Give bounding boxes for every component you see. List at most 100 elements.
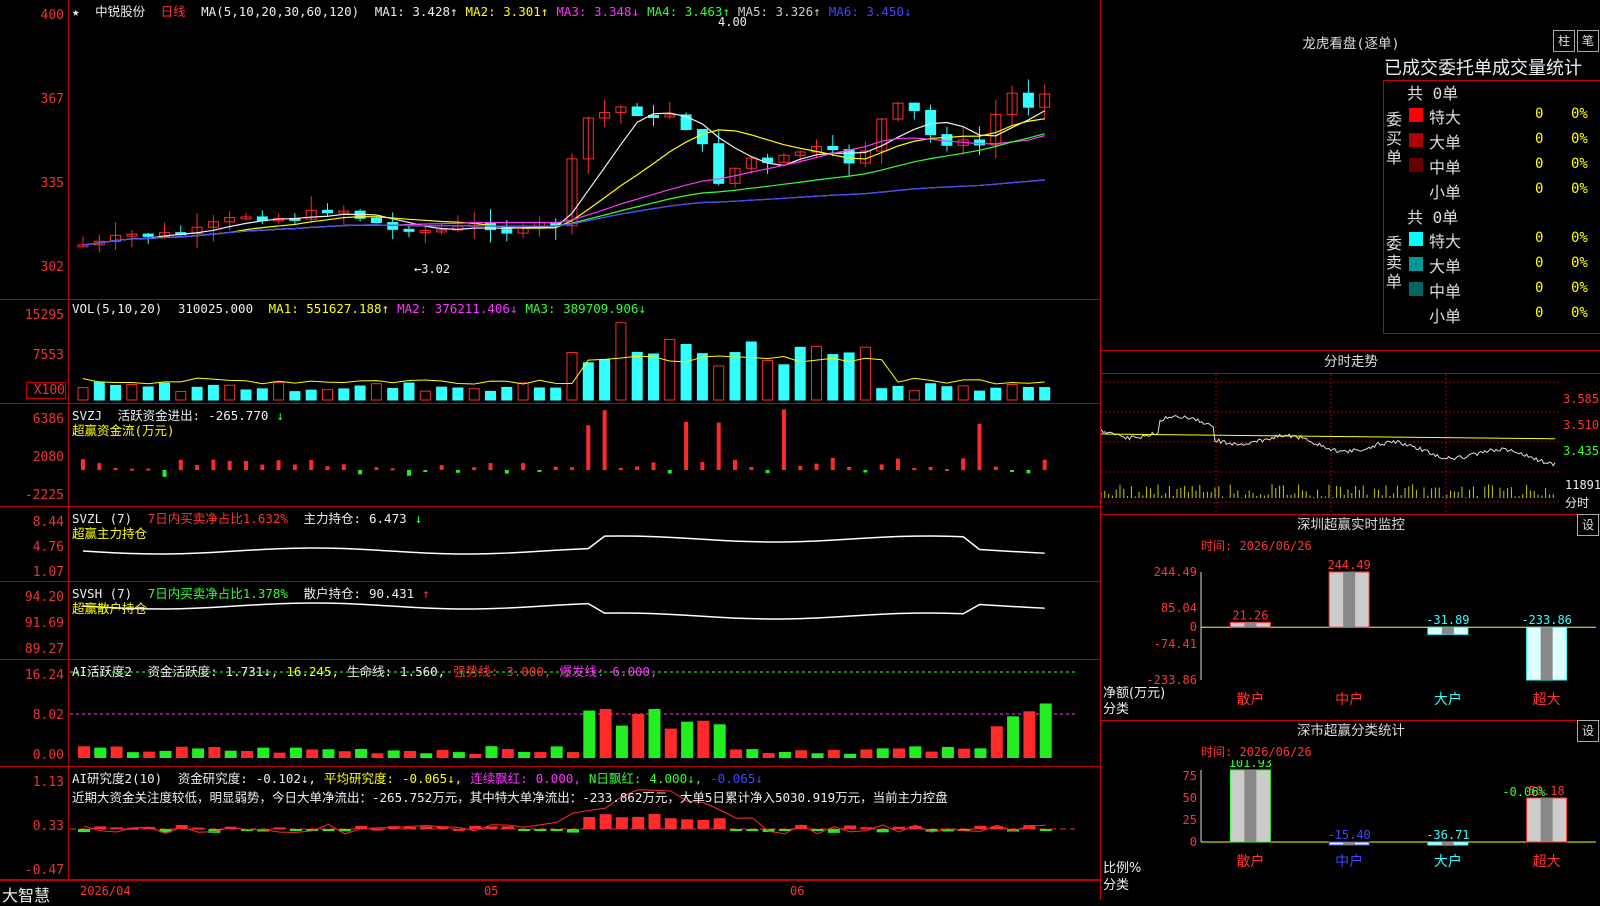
bar-y-tick: 244.49 xyxy=(1154,565,1197,579)
ai1-bar xyxy=(632,713,645,758)
kline-pane[interactable]: 400 367 335 302 ★ 中锐股份 日线 MA(5,10,20,30,… xyxy=(0,0,1100,300)
classify-bar-chart[interactable]: 7550250101.93散户-15.40中户-36.71大户50.18超大-0… xyxy=(1101,760,1600,900)
ai1-bar xyxy=(648,708,661,758)
bar-category-label: 散户 xyxy=(1236,853,1264,870)
longhu-title: 龙虎看盘(逐单) xyxy=(1302,36,1400,52)
ai2-bar xyxy=(78,829,90,833)
ai-activity-pane[interactable]: 16.24 8.02 0.00 AI活跃度2 资金活跃度: 1.731↓, 16.2… xyxy=(0,660,1100,767)
svzl-pane[interactable]: 8.44 4.76 1.07 SVZL (7) 7日内买卖净占比1.632% 主… xyxy=(0,507,1100,582)
app-logo[interactable]: 大智慧 xyxy=(2,882,50,906)
ai2-bar xyxy=(550,829,563,831)
candle-body xyxy=(925,109,937,136)
svsh-value: 90.431 xyxy=(369,586,415,601)
sell-row-label: 中单 xyxy=(1429,282,1462,301)
volume-bar xyxy=(354,385,366,401)
svzj-bar xyxy=(439,465,444,470)
ma-value-5: MA5: 3.326↑ xyxy=(737,4,821,19)
volume-pane[interactable]: 15295 7553 X100 VOL(5,10,20) 310025.000 … xyxy=(0,300,1100,404)
kline-chart[interactable] xyxy=(0,0,1100,300)
volume-bar xyxy=(908,390,920,401)
stock-name[interactable]: 中锐股份 xyxy=(95,4,145,19)
svzj-bar xyxy=(325,466,330,470)
kline-info: ★ 中锐股份 日线 MA(5,10,20,30,60,120) MA1: 3.4… xyxy=(72,1,928,20)
intraday-chart[interactable] xyxy=(1101,374,1600,512)
ai1-bar xyxy=(844,753,857,758)
bar-y-tick: 25 xyxy=(1183,813,1197,827)
ai2-bar xyxy=(746,829,759,831)
svzj-bar xyxy=(847,467,852,470)
ai1-bar xyxy=(958,748,971,758)
ai1-bar xyxy=(78,746,90,758)
ma-value-3: MA3: 3.348↓ xyxy=(556,4,640,19)
candle-body xyxy=(403,228,415,232)
bar-mode-button[interactable]: 柱 xyxy=(1553,30,1575,52)
ai2-bar xyxy=(648,813,661,829)
svzj-bar xyxy=(765,470,770,474)
ai1-item: 1.560, xyxy=(400,664,446,679)
svzj-bar xyxy=(455,470,460,473)
bar-category-label: 大户 xyxy=(1434,691,1462,708)
tick-mode-button[interactable]: 笔 xyxy=(1577,30,1599,52)
sell-row-pct: 0% xyxy=(1571,230,1588,246)
buy-row-count: 0 xyxy=(1535,181,1544,197)
bar-category-label: 中户 xyxy=(1335,853,1363,870)
ai2-item: 4.000↓, xyxy=(649,771,703,786)
ai2-comment: 近期大资金关注度较低，明显弱势，今日大单净流出：-265.752万元，其中特大单… xyxy=(72,790,948,805)
ai-research-pane[interactable]: 1.13 0.33 -0.47 AI研究度2(10) 资金研究度: -0.102↓… xyxy=(0,767,1100,880)
ma-value-6: MA6: 3.450↓ xyxy=(828,4,912,19)
ai1-item: 生命线: xyxy=(347,664,393,679)
svzj-bar xyxy=(961,458,966,470)
ai1-bar xyxy=(436,749,449,758)
volume-bar xyxy=(957,385,969,401)
candle-body xyxy=(370,217,382,224)
candle-body xyxy=(941,134,953,146)
bar-category-label: 超大 xyxy=(1533,692,1561,708)
svzj-pane[interactable]: 6386 2080 -2225 SVZJ 活跃资金进出: -265.770 ↓ 超赢… xyxy=(0,404,1100,507)
bar-category-label: 超大 xyxy=(1533,854,1561,870)
period-label[interactable]: 日线 xyxy=(161,4,186,19)
ai2-bar xyxy=(567,829,579,833)
svzj-bar xyxy=(912,467,917,470)
ai1-bar xyxy=(404,750,416,758)
ai1-bar xyxy=(746,749,759,758)
classify-x-label: 分类 xyxy=(1103,878,1130,893)
ma-line-4 xyxy=(82,133,1045,246)
ai1-bar xyxy=(893,748,905,758)
ai1-bar xyxy=(795,750,808,758)
volume-bar xyxy=(1039,387,1051,401)
svzj-bar xyxy=(292,464,297,470)
volume-bar xyxy=(892,385,904,401)
svzj-bar xyxy=(260,464,265,470)
ai1-y-tick: 0.00 xyxy=(32,748,64,763)
ai2-bar xyxy=(599,814,612,829)
candle-body xyxy=(322,209,333,214)
chart-area[interactable]: 400 367 335 302 ★ 中锐股份 日线 MA(5,10,20,30,… xyxy=(0,0,1100,905)
candle-body xyxy=(696,129,708,145)
ai2-bar xyxy=(420,826,433,829)
classify-settings-button[interactable]: 设 xyxy=(1577,720,1599,742)
monitor-bar-chart[interactable]: 244.49 85.04 0 -74.41 -233.86 21.26 散户 244.49 中户… xyxy=(1101,560,1600,710)
ai2-bar xyxy=(844,825,857,829)
bar-value-label: 21.26 xyxy=(1232,608,1268,622)
ai1-bar xyxy=(110,746,123,758)
buy-row-pct: 0% xyxy=(1571,131,1588,147)
ai1-item: 资金活跃度: xyxy=(147,664,218,679)
volume-bar xyxy=(273,381,285,401)
volume-bar xyxy=(338,388,350,401)
sell-row-label: 特大 xyxy=(1429,232,1462,251)
volume-bar xyxy=(648,353,659,401)
monitor-settings-button[interactable]: 设 xyxy=(1577,514,1599,536)
svzj-bar xyxy=(146,468,151,471)
svsh-pane[interactable]: 94.20 91.69 89.27 SVSH (7) 7日内买卖净占比1.378… xyxy=(0,582,1100,660)
sell-total: 共 0单 xyxy=(1407,208,1459,227)
star-icon[interactable]: ★ xyxy=(72,4,80,19)
svzj-bar xyxy=(81,459,85,470)
ai2-bar xyxy=(289,829,302,832)
ai1-item: 强势线: xyxy=(453,664,499,679)
ma-line-2 xyxy=(82,118,1045,246)
svsh-arrow: ↑ xyxy=(422,586,430,601)
volume-bar xyxy=(778,364,790,401)
ai2-bar xyxy=(811,829,824,831)
svsh-y-tick: 94.20 xyxy=(24,590,64,605)
ma-value-2: MA2: 3.301↑ xyxy=(465,4,549,19)
